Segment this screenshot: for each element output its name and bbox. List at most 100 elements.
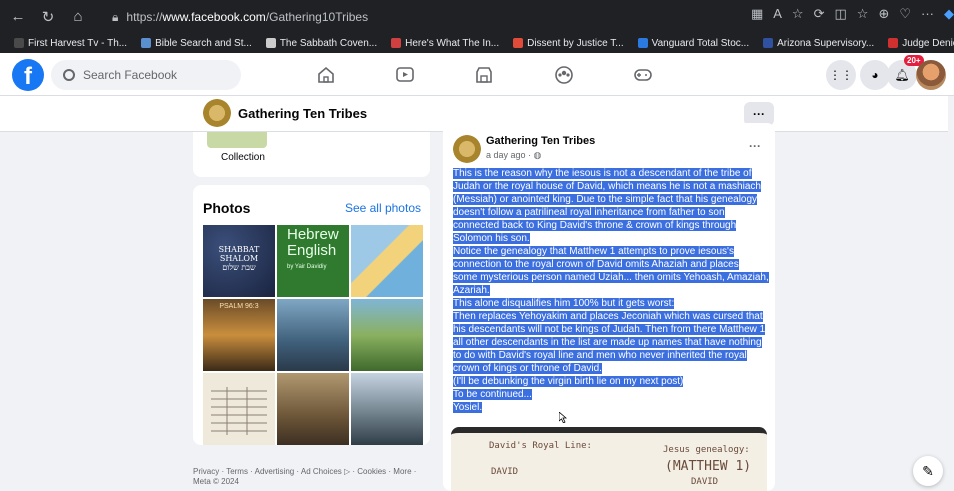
heart-icon[interactable]: ♡ [899, 6, 911, 22]
image-handwriting: Jesus genealogy: [663, 445, 750, 455]
bookmark-item[interactable]: Bible Search and St... [141, 38, 252, 49]
photo-thumbnail[interactable] [351, 373, 423, 445]
messenger-icon[interactable]: ◕ [860, 60, 890, 90]
split-screen-icon[interactable]: ◫ [834, 6, 846, 22]
address-bar[interactable]: 🔒︎ https://www.facebook.com/Gathering10T… [112, 6, 672, 28]
footer-line[interactable]: Privacy · Terms · Advertising · Ad Choic… [193, 467, 433, 477]
post-image[interactable]: David's Royal Line: Jesus genealogy: (MA… [451, 427, 767, 491]
bookmark-favicon-icon [763, 38, 774, 48]
mouse-cursor-icon [559, 412, 567, 423]
collections-icon[interactable]: ⊕ [878, 6, 889, 22]
search-icon [63, 69, 75, 81]
extension-icon[interactable]: ⟳ [814, 6, 825, 22]
photo-thumbnail[interactable] [351, 225, 423, 297]
more-icon[interactable]: ··· [921, 6, 934, 22]
bookmark-item[interactable]: First Harvest Tv - Th... [14, 38, 127, 49]
page-title[interactable]: Gathering Ten Tribes [238, 106, 367, 121]
home-nav-icon[interactable] [314, 63, 338, 87]
photo-thumbnail[interactable] [203, 373, 275, 445]
browser-actions: ▦ A ☆ ⟳ ◫ ☆ ⊕ ♡ ··· ◆ [751, 6, 954, 22]
copilot-icon[interactable]: ◆ [944, 6, 954, 22]
search-input[interactable]: Search Facebook [51, 60, 241, 90]
photo-thumbnail[interactable] [351, 299, 423, 371]
post-text-line: To be continued... [453, 389, 532, 400]
marketplace-nav-icon[interactable] [472, 63, 496, 87]
photo-caption: שבת שלום [222, 263, 256, 272]
page-logo[interactable] [203, 99, 231, 127]
collection-label: Collection [221, 152, 265, 163]
back-icon[interactable]: ← [6, 5, 30, 29]
photo-thumbnail[interactable]: PSALM 96:3 [203, 299, 275, 371]
lock-icon: 🔒︎ [112, 9, 119, 24]
bookmark-item[interactable]: Vanguard Total Stoc... [637, 37, 750, 49]
post-text-line: crown of kings or throne of David. [453, 363, 602, 374]
post-text-line: This is the reason why the iesous is not… [453, 168, 752, 179]
see-all-photos-link[interactable]: See all photos [345, 201, 421, 215]
footer-links: Privacy · Terms · Advertising · Ad Choic… [193, 467, 433, 487]
bookmark-label: Arizona Supervisory... [777, 37, 875, 49]
groups-nav-icon[interactable] [552, 63, 576, 87]
post-text[interactable]: This is the reason why the iesous is not… [453, 167, 773, 414]
bookmarks-bar: First Harvest Tv - Th... Bible Search and… [0, 33, 954, 53]
post-text-line: doesn't follow a patrilineal royal inher… [453, 207, 725, 218]
facebook-logo-icon[interactable]: f [12, 59, 44, 91]
browser-toolbar: ← ↻ ⌂ 🔒︎ https://www.facebook.com/Gather… [0, 0, 954, 33]
post-text-line: all other descendants in the list are ma… [453, 337, 762, 348]
bookmark-favicon-icon [265, 38, 276, 48]
bookmark-item[interactable]: Judge Denies Admi... [888, 38, 954, 49]
photo-thumbnail[interactable]: SHABBAT SHALOM שבת שלום [203, 225, 275, 297]
image-handwriting: David's Royal Line: [489, 441, 592, 451]
bookmark-label: First Harvest Tv - Th... [28, 37, 128, 49]
page-scrollbar[interactable] [948, 96, 954, 491]
compose-icon: ✎ [922, 462, 934, 479]
menu-grid-icon[interactable]: ⋮⋮ [826, 60, 856, 90]
post-text-line: some mysterious person named Uziah... th… [453, 272, 769, 283]
photos-title: Photos [203, 200, 251, 216]
photo-thumbnail[interactable]: Hebrew English by Yair Davidiy [277, 225, 349, 297]
bookmark-label: Here's What The In... [405, 37, 500, 49]
post-author-avatar[interactable] [453, 135, 481, 163]
bookmark-label: Vanguard Total Stoc... [651, 37, 750, 49]
post-text-line: to do with David's royal line and men wh… [453, 350, 747, 361]
photo-caption: English [287, 242, 337, 259]
home-icon[interactable]: ⌂ [66, 5, 90, 29]
post-more-button[interactable]: ··· [749, 139, 761, 153]
post-text-line: Yosiel. [453, 402, 483, 413]
image-handwriting: DAVID [691, 477, 719, 487]
favorites-icon[interactable]: ☆ [857, 6, 869, 22]
post-text-line: Then replaces Yehoyakim and places Jecon… [453, 311, 763, 322]
refresh-icon[interactable]: ↻ [36, 5, 60, 29]
profile-avatar[interactable] [916, 60, 946, 90]
post-text-line: Notice the genealogy that Matthew 1 atte… [453, 246, 734, 257]
post-text-line: connected back to King David's throne & … [453, 220, 737, 231]
favorite-star-icon[interactable]: ☆ [792, 6, 804, 22]
collection-card[interactable]: Collection [193, 132, 430, 177]
bookmark-favicon-icon [391, 38, 402, 48]
photo-caption: Hebrew [287, 226, 339, 243]
url-path: /Gathering10Tribes [265, 10, 369, 24]
photo-caption: by Yair Davidiy [287, 264, 327, 270]
bookmark-item[interactable]: The Sabbath Coven... [265, 37, 378, 49]
post-text-line: This alone disqualifies him 100% but it … [453, 298, 675, 309]
bookmark-item[interactable]: Arizona Supervisory... [763, 38, 874, 49]
reader-view-icon[interactable]: ▦ [751, 6, 763, 22]
image-handwriting: DAVID [491, 467, 519, 477]
bookmark-item[interactable]: Here's What The In... [391, 38, 499, 49]
bookmark-favicon-icon [141, 38, 152, 48]
gaming-nav-icon[interactable] [631, 63, 655, 87]
globe-icon: ◍ [533, 150, 542, 160]
post-text-line: Azariah. [453, 285, 490, 296]
read-aloud-icon[interactable]: A [773, 6, 782, 22]
post-timestamp[interactable]: a day ago · ◍ [486, 150, 541, 161]
post-text-line: (Messiah) or anointed king. Due to the s… [453, 194, 758, 205]
new-message-button[interactable]: ✎ [913, 456, 943, 486]
post-author-name[interactable]: Gathering Ten Tribes [486, 135, 595, 147]
photo-thumbnail[interactable] [277, 299, 349, 371]
bookmark-label: The Sabbath Coven... [279, 37, 378, 49]
bookmark-favicon-icon [14, 38, 24, 48]
video-nav-icon[interactable] [393, 63, 417, 87]
photos-card: Photos See all photos SHABBAT SHALOM שבת… [193, 185, 430, 445]
photo-thumbnail[interactable] [277, 373, 349, 445]
bookmark-item[interactable]: Dissent by Justice T... [513, 38, 624, 49]
bookmark-label: Dissent by Justice T... [527, 37, 624, 49]
